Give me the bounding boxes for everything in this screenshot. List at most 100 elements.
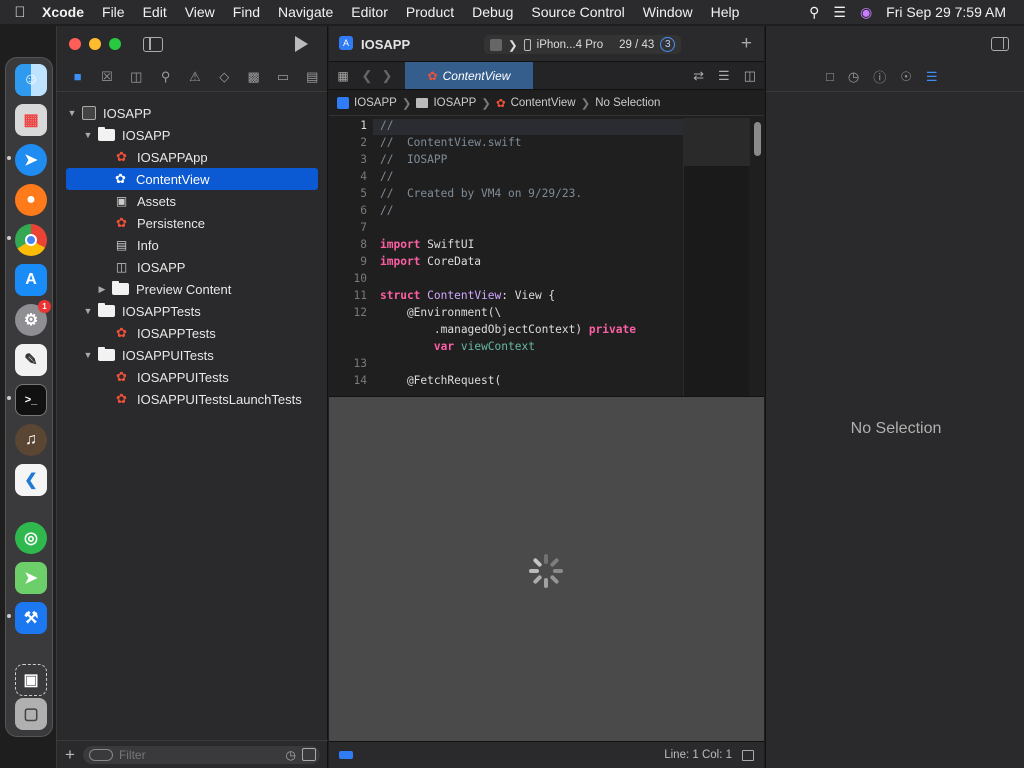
code-line: // IOSAPP	[380, 153, 448, 166]
find-navigator-tab-icon[interactable]: ⚲	[151, 69, 180, 85]
disclosure-closed-icon[interactable]: ▶	[97, 284, 107, 295]
instruments-icon[interactable]: ♫	[15, 424, 47, 456]
jumpbar-group[interactable]: IOSAPP	[433, 97, 476, 109]
minimap-viewport[interactable]	[684, 118, 750, 166]
close-window-button[interactable]	[69, 38, 81, 50]
menu-file[interactable]: File	[93, 4, 134, 20]
quick-help-icon[interactable]: ⓘ	[873, 67, 886, 86]
split-editor-icon[interactable]: ◫	[744, 68, 756, 84]
tree-row-group[interactable]: ▼ IOSAPPUITests	[83, 344, 345, 366]
siri-icon[interactable]: ◉	[860, 4, 872, 21]
menu-product[interactable]: Product	[397, 4, 463, 20]
disclosure-open-icon[interactable]: ▼	[83, 130, 93, 140]
swift-file-icon: ✿	[116, 149, 127, 164]
vscode-icon[interactable]: ❮	[15, 464, 47, 496]
tree-row-group[interactable]: ▼ IOSAPP	[83, 124, 345, 146]
debug-navigator-tab-icon[interactable]: ▩	[239, 69, 268, 85]
issue-navigator-tab-icon[interactable]: ⚠	[180, 69, 209, 85]
editor-scrollbar[interactable]	[751, 118, 764, 396]
identity-inspector-icon[interactable]: ☉	[900, 69, 912, 85]
firefox-icon[interactable]: ●	[15, 184, 47, 216]
editor-status-bar: Line: 1 Col: 1	[329, 741, 764, 768]
forward-arrow-icon[interactable]: ❯	[377, 68, 397, 84]
history-inspector-icon[interactable]: ◷	[848, 69, 859, 85]
navigator-filter-field[interactable]: Filter ◷	[82, 745, 320, 764]
recent-files-icon[interactable]: ◷	[286, 748, 296, 762]
back-arrow-icon[interactable]: ❮	[357, 68, 377, 84]
report-navigator-tab-icon[interactable]: ▤	[298, 69, 327, 85]
project-navigator-tab-icon[interactable]: ■	[63, 69, 92, 84]
line-number-gutter: 1 2 3 4 5 6 7 8 9 10 11 12 13 14	[329, 118, 373, 396]
menu-view[interactable]: View	[176, 4, 224, 20]
launchpad-icon[interactable]: ▦	[15, 104, 47, 136]
swap-icon[interactable]: ⇄	[693, 68, 704, 84]
finder-icon[interactable]: ☺	[15, 64, 47, 96]
tree-row-group[interactable]: ▼ IOSAPPTests	[83, 300, 345, 322]
file-inspector-icon[interactable]: □	[826, 69, 834, 84]
navigator-toolbar	[57, 26, 327, 62]
disclosure-open-icon[interactable]: ▼	[67, 108, 77, 118]
add-file-icon[interactable]: +	[65, 745, 75, 765]
tree-row-group[interactable]: ▶ Preview Content	[97, 278, 359, 300]
source-control-filter-icon[interactable]	[302, 747, 316, 761]
minimap[interactable]	[683, 118, 750, 396]
menu-help[interactable]: Help	[702, 4, 749, 20]
textedit-icon[interactable]: ✎	[15, 344, 47, 376]
minimap-toggle-icon[interactable]	[339, 751, 353, 759]
tree-row-project[interactable]: ▼ IOSAPP	[67, 102, 329, 124]
system-settings-icon[interactable]: ⚙ 1	[15, 300, 51, 336]
trash-icon[interactable]: ▢	[15, 698, 47, 730]
jumpbar-project[interactable]: IOSAPP	[354, 97, 397, 109]
debug-area-toggle-icon[interactable]	[742, 749, 754, 761]
test-navigator-tab-icon[interactable]: ◇	[210, 69, 239, 85]
xcode-icon[interactable]: ⚒	[15, 602, 47, 634]
menu-window[interactable]: Window	[634, 4, 702, 20]
symbol-navigator-tab-icon[interactable]: ◫	[122, 69, 151, 85]
menu-debug[interactable]: Debug	[463, 4, 522, 20]
breakpoint-navigator-tab-icon[interactable]: ▭	[268, 69, 297, 85]
related-items-icon[interactable]: ▦	[329, 69, 357, 83]
editor-tab-contentview[interactable]: ✿ ContentView	[405, 62, 533, 89]
search-icon[interactable]: ⚲	[809, 4, 819, 21]
jumpbar-symbol[interactable]: No Selection	[595, 97, 660, 109]
issue-count-badge[interactable]: 3	[660, 37, 676, 52]
toggle-navigator-icon[interactable]	[143, 37, 163, 52]
zoom-window-button[interactable]	[109, 38, 121, 50]
disclosure-open-icon[interactable]: ▼	[83, 306, 93, 316]
minimize-window-button[interactable]	[89, 38, 101, 50]
jumpbar-file[interactable]: ContentView	[511, 97, 576, 109]
line-number: 9	[360, 255, 367, 268]
toggle-inspector-icon[interactable]	[991, 37, 1009, 51]
menu-find[interactable]: Find	[224, 4, 269, 20]
project-navigator: ■ ☒ ◫ ⚲ ⚠ ◇ ▩ ▭ ▤ ▼ IOSAPP ▼ IOSAPP ✿ IO	[57, 26, 328, 768]
filter-options-icon[interactable]	[88, 748, 113, 761]
source-control-tab-icon[interactable]: ☒	[92, 69, 121, 85]
apple-menu-icon[interactable]: 	[0, 4, 40, 21]
inspector-tabs: □ ◷ ⓘ ☉ ☰	[766, 62, 1024, 92]
scrollbar-thumb[interactable]	[754, 122, 761, 156]
add-library-icon[interactable]: +	[741, 33, 752, 55]
maps-icon[interactable]: ➤	[15, 562, 47, 594]
editor-options-icon[interactable]: ☰	[718, 68, 730, 84]
menu-app-name[interactable]: Xcode	[40, 4, 93, 20]
control-center-icon[interactable]: ☰	[833, 4, 846, 21]
disclosure-open-icon[interactable]: ▼	[83, 350, 93, 360]
source-editor[interactable]: 1 2 3 4 5 6 7 8 9 10 11 12 13 14 //// ContentView.swi…	[329, 118, 764, 396]
tree-label: IOSAPPUITestsLaunchTests	[137, 391, 302, 407]
tree-row-file-selected[interactable]: ✿ ContentView	[66, 168, 318, 190]
screenshot-icon[interactable]: ▣	[15, 664, 47, 696]
menu-navigate[interactable]: Navigate	[269, 4, 342, 20]
code-line: @FetchRequest(	[380, 374, 502, 387]
menu-editor[interactable]: Editor	[342, 4, 397, 20]
menubar-clock[interactable]: Fri Sep 29 7:59 AM	[886, 4, 1006, 20]
attributes-inspector-icon[interactable]: ☰	[926, 69, 938, 85]
app-store-icon[interactable]: A	[15, 264, 47, 296]
menu-edit[interactable]: Edit	[134, 4, 176, 20]
safari-icon[interactable]: ➤	[15, 144, 47, 176]
terminal-icon[interactable]: >_	[15, 384, 47, 416]
run-icon[interactable]	[295, 36, 308, 52]
menu-source-control[interactable]: Source Control	[522, 4, 633, 20]
chrome-icon[interactable]	[15, 224, 47, 256]
find-my-icon[interactable]: ◎	[15, 522, 47, 554]
scheme-destination-selector[interactable]: ❯ iPhon...4 Pro 29 / 43 3	[484, 35, 682, 54]
